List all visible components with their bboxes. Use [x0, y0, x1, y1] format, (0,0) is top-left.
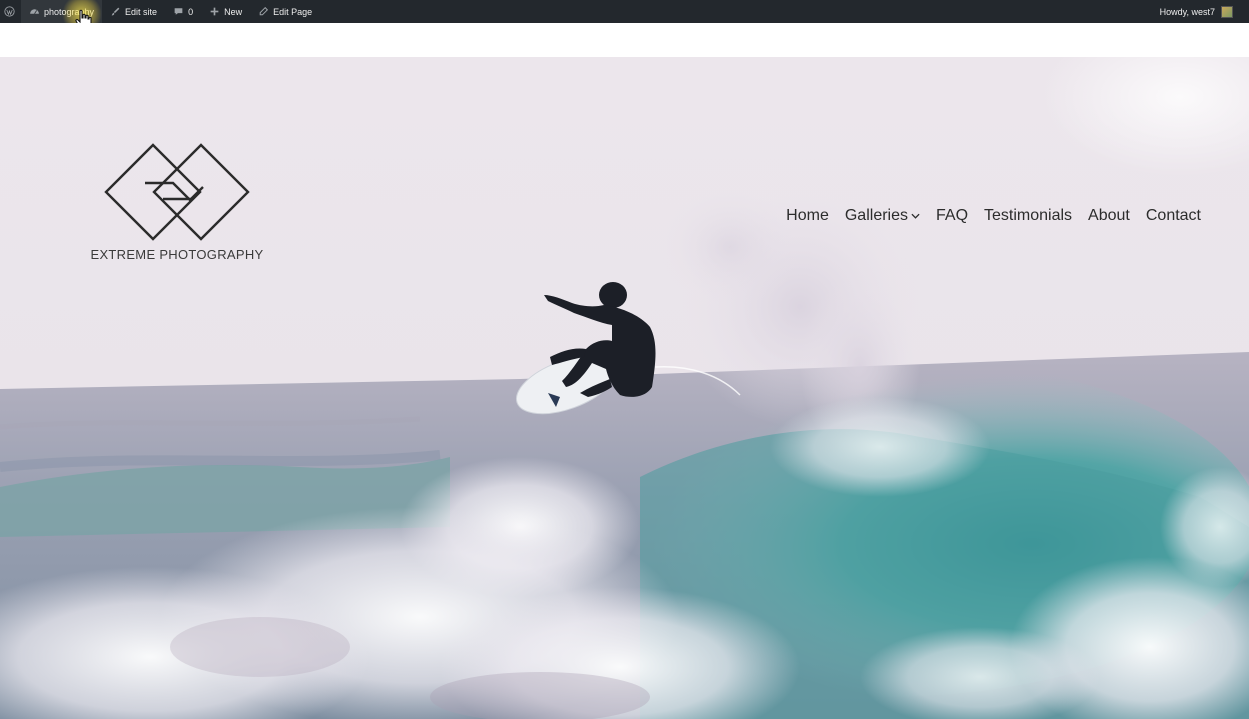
brush-icon: [110, 6, 121, 17]
logo-text: EXTREME PHOTOGRAPHY: [90, 247, 264, 262]
avatar[interactable]: [1221, 5, 1233, 18]
nav-item-label: Home: [786, 207, 829, 224]
admin-bar: photography Edit site 0 New Edit Page Ho…: [0, 0, 1249, 23]
edit-page-label: Edit Page: [273, 6, 313, 17]
nav-item-testimonials[interactable]: Testimonials: [984, 207, 1072, 225]
nav-item-contact[interactable]: Contact: [1146, 207, 1201, 225]
logo-diamonds-icon: [104, 143, 250, 241]
admin-bar-right: Howdy, west7: [1160, 0, 1249, 23]
new-content-link[interactable]: New: [201, 0, 250, 23]
nav-item-label: Contact: [1145, 207, 1201, 224]
hero-section: EXTREME PHOTOGRAPHY Home Galleries FAQ T…: [0, 57, 1249, 719]
nav-item-about[interactable]: About: [1088, 207, 1130, 225]
dashboard-icon: [29, 6, 40, 17]
admin-bar-left: photography Edit site 0 New Edit Page: [0, 0, 320, 23]
new-label: New: [224, 6, 243, 17]
comments-link[interactable]: 0: [165, 0, 201, 23]
nav-item-home[interactable]: Home: [786, 207, 829, 225]
comment-icon: [173, 6, 184, 17]
site-logo[interactable]: EXTREME PHOTOGRAPHY: [80, 143, 274, 262]
nav-item-galleries[interactable]: Galleries: [845, 207, 920, 225]
comments-count: 0: [188, 6, 194, 17]
customize-label: Edit site: [125, 6, 158, 17]
nav-item-label: FAQ: [936, 207, 969, 224]
customize-link[interactable]: Edit site: [102, 0, 165, 23]
nav-item-label: Testimonials: [984, 207, 1073, 224]
site-name-link[interactable]: photography: [21, 0, 103, 23]
account-greeting[interactable]: Howdy, west7: [1160, 7, 1215, 17]
chevron-down-icon: [911, 213, 920, 219]
edit-page-link[interactable]: Edit Page: [250, 0, 320, 23]
nav-item-label: Galleries: [844, 207, 908, 224]
page-top-spacer: [0, 23, 1249, 57]
plus-icon: [209, 6, 220, 17]
nav-item-faq[interactable]: FAQ: [936, 207, 968, 225]
site-name-label: photography: [44, 6, 95, 17]
pencil-icon: [258, 6, 269, 17]
wordpress-icon: [4, 6, 15, 17]
nav-item-label: About: [1088, 207, 1130, 224]
wp-logo-button[interactable]: [0, 0, 21, 23]
main-navigation: Home Galleries FAQ Testimonials About Co…: [786, 207, 1201, 225]
